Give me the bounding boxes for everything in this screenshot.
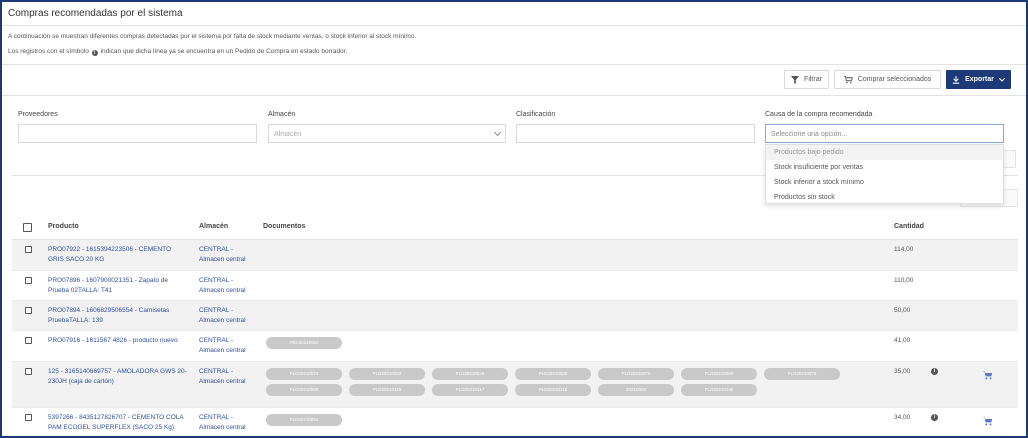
quantity: 50,00: [894, 307, 911, 314]
quantity: 110,00: [894, 277, 914, 284]
document-badge[interactable]: PLD20210068: [266, 384, 342, 396]
proveedores-label: Proveedores: [18, 111, 58, 118]
almacen-link[interactable]: CENTRAL - Almacen central: [199, 413, 259, 433]
document-badge[interactable]: PLD20210115: [349, 384, 425, 396]
filter-button-label: Filtrar: [804, 76, 822, 83]
product-link[interactable]: 5397266 - 8435127826707 - CEMENTO COLA P…: [48, 413, 188, 433]
document-badge[interactable]: PLD20210026: [432, 368, 508, 380]
almacen-link[interactable]: CENTRAL - Almacen central: [199, 276, 259, 296]
row-checkbox[interactable]: [25, 307, 32, 314]
row-checkbox[interactable]: [25, 414, 32, 421]
export-button[interactable]: Exportar: [946, 70, 1011, 89]
documents-list: PLD20210094: [266, 414, 866, 426]
almacen-link[interactable]: CENTRAL - Almacen central: [199, 367, 259, 387]
compras-recomendadas-panel: Compras recomendadas por el sistema A co…: [0, 0, 1028, 438]
download-icon: [952, 75, 960, 84]
cart-icon[interactable]: [983, 417, 993, 426]
causa-dropdown: Productos bajo pedido Stock insuficiente…: [765, 144, 1004, 204]
cart-icon: [843, 75, 853, 83]
causa-option[interactable]: Productos bajo pedido: [766, 145, 1003, 160]
clasificacion-input[interactable]: [516, 124, 755, 143]
intro-text-2-after: indican que dicha línea ya se encuentra …: [100, 48, 348, 55]
almacen-link[interactable]: CENTRAL - Almacen central: [199, 306, 259, 326]
chevron-down-icon: [998, 77, 1005, 82]
panel-title: Compras recomendadas por el sistema: [2, 2, 1026, 26]
buy-selected-button[interactable]: Comprar seleccionados: [834, 70, 941, 89]
almacen-link[interactable]: CENTRAL - Almacen central: [199, 245, 259, 265]
filter-icon: [791, 75, 800, 84]
almacen-label: Almacén: [268, 111, 296, 118]
document-badge[interactable]: 20210004: [598, 384, 674, 396]
causa-select[interactable]: Seleccione una opción...: [765, 124, 1004, 143]
document-badge[interactable]: PLD20210076: [598, 368, 674, 380]
table-row: PRO07894 - 1606829506554 - Camisetas Pru…: [12, 301, 1018, 331]
document-badge[interactable]: PLD20210094: [266, 414, 342, 426]
table-row: PRO07922 - 1615394223506 - CEMENTO GRIS …: [12, 240, 1018, 271]
row-checkbox[interactable]: [25, 337, 32, 344]
documents-list: PED20210902: [266, 337, 866, 349]
quantity: 34,00: [894, 414, 911, 421]
document-badge[interactable]: PLD20210074: [266, 368, 342, 380]
document-badge[interactable]: PLD20210146: [681, 384, 757, 396]
product-link[interactable]: PRO07916 - 1611567 4826 - producto nuevo: [48, 336, 188, 346]
filter-button[interactable]: Filtrar: [784, 70, 829, 89]
product-link[interactable]: PRO07896 - 1607900021351 - Zapato de Pru…: [48, 276, 188, 296]
document-badge[interactable]: PLD20210038: [515, 368, 591, 380]
product-link[interactable]: PRO07894 - 1606829506554 - Camisetas Pru…: [48, 306, 188, 326]
row-checkbox[interactable]: [25, 246, 32, 253]
header-cantidad[interactable]: Cantidad: [894, 223, 924, 230]
header-documentos[interactable]: Documentos: [263, 223, 305, 230]
info-icon: i: [931, 368, 938, 375]
export-button-label: Exportar: [965, 76, 994, 83]
table-row: 125 - 3165140669757 - AMOLADORA GWS 20-2…: [12, 362, 1018, 408]
document-badge[interactable]: PLD20210117: [432, 384, 508, 396]
causa-label: Causa de la compra recomendada: [765, 111, 873, 118]
causa-option[interactable]: Stock insuficiente por ventas: [766, 160, 1003, 175]
product-link[interactable]: 125 - 3165140669757 - AMOLADORA GWS 20-2…: [48, 367, 188, 387]
table-row: PRO07916 - 1611567 4826 - producto nuevo…: [12, 331, 1018, 362]
divider: [2, 95, 1026, 96]
select-all-checkbox[interactable]: [23, 223, 32, 232]
document-badge[interactable]: PED20210902: [266, 337, 342, 349]
header-almacen[interactable]: Almacén: [199, 223, 228, 230]
document-badge[interactable]: PLD20210022: [349, 368, 425, 380]
cart-icon[interactable]: [983, 371, 993, 380]
document-badge[interactable]: PLD20210079: [764, 368, 840, 380]
header-producto[interactable]: Producto: [48, 223, 79, 230]
table-row: 5397266 - 8435127826707 - CEMENTO COLA P…: [12, 408, 1018, 436]
intro-text-2-before: Los registros con el símbolo: [8, 48, 89, 55]
info-icon: i: [91, 50, 98, 56]
row-checkbox[interactable]: [25, 368, 32, 375]
document-badge[interactable]: PLD20210118: [515, 384, 591, 396]
proveedores-input[interactable]: [18, 124, 257, 143]
product-link[interactable]: PRO07922 - 1615394223506 - CEMENTO GRIS …: [48, 245, 188, 265]
intro-text-1: A continuación se muestran diferentes co…: [8, 33, 417, 40]
quantity: 35,00: [894, 368, 911, 375]
quantity: 114,00: [894, 246, 914, 253]
hidden-button-edge: [1002, 150, 1016, 168]
table-row: PRO07896 - 1607900021351 - Zapato de Pru…: [12, 271, 1018, 301]
buy-selected-label: Comprar seleccionados: [857, 76, 932, 83]
divider: [2, 64, 1026, 65]
almacen-select[interactable]: Almacén: [268, 124, 506, 143]
almacen-placeholder: Almacén: [274, 131, 302, 138]
causa-option[interactable]: Productos sin stock: [766, 190, 1003, 205]
almacen-link[interactable]: CENTRAL - Almacen central: [199, 336, 259, 356]
intro-text-2: Los registros con el símbolo i indican q…: [8, 48, 347, 56]
quantity: 41,00: [894, 337, 911, 344]
causa-option[interactable]: Stock inferior a stock mínimo: [766, 175, 1003, 190]
document-badge[interactable]: PLD20210050: [681, 368, 757, 380]
clasificacion-label: Clasificación: [516, 111, 556, 118]
row-checkbox[interactable]: [25, 277, 32, 284]
info-icon: i: [931, 414, 938, 421]
documents-list: PLD20210074 PLD20210022 PLD20210026 PLD2021…: [266, 368, 866, 396]
chevron-down-icon: [493, 128, 502, 137]
